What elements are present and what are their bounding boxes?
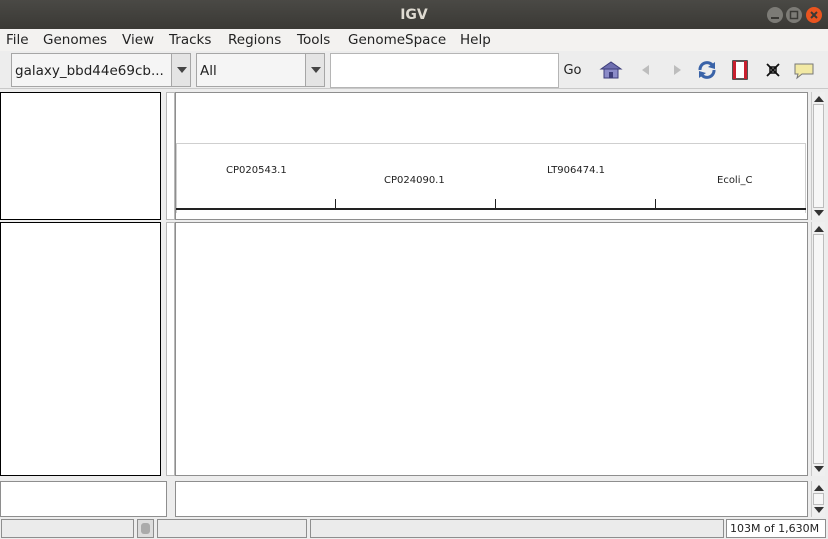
back-arrow-icon[interactable] [634, 58, 658, 82]
feature-scrollbar[interactable] [811, 481, 825, 517]
menu-genomespace[interactable]: GenomeSpace [348, 32, 446, 48]
sequence-label[interactable]: CP020543.1 [226, 165, 287, 176]
track-attribute-panel [166, 222, 175, 476]
home-icon[interactable] [599, 58, 623, 82]
feature-data-panel[interactable] [175, 481, 808, 517]
genome-dropdown-value: galaxy_bbd44e69cb... [15, 63, 164, 79]
menu-file[interactable]: File [6, 32, 29, 48]
chromosome-dropdown-value: All [200, 63, 217, 79]
sequence-label[interactable]: Ecoli_C [717, 175, 752, 186]
sequence-label[interactable]: CP024090.1 [384, 175, 445, 186]
ruler-scrollbar[interactable] [811, 92, 825, 220]
menu-view[interactable]: View [122, 32, 154, 48]
memory-usage[interactable]: 103M of 1,630M [726, 519, 826, 538]
status-details [310, 519, 724, 538]
ruler-tick [495, 199, 496, 208]
chromosome-ruler [176, 143, 806, 213]
sequence-label[interactable]: LT906474.1 [547, 165, 605, 176]
chevron-down-icon[interactable] [171, 54, 190, 86]
menu-tracks[interactable]: Tracks [169, 32, 211, 48]
ruler-attribute-panel [166, 92, 175, 220]
menu-tools[interactable]: Tools [297, 32, 330, 48]
popup-info-icon[interactable] [792, 58, 816, 82]
chromosome-dropdown[interactable]: All [196, 53, 325, 87]
track-data-panel[interactable] [175, 222, 808, 476]
chevron-down-icon[interactable] [305, 54, 324, 86]
ruler-axis [176, 208, 806, 210]
close-icon[interactable] [806, 7, 822, 23]
ruler-tick [335, 199, 336, 208]
locus-search-input[interactable] [330, 53, 559, 88]
activity-indicator-icon [137, 519, 154, 538]
window-title: IGV [400, 7, 428, 23]
title-bar: IGV [0, 0, 828, 29]
genome-dropdown[interactable]: galaxy_bbd44e69cb... [11, 53, 191, 87]
track-name-panel [0, 222, 161, 476]
feature-name-panel [0, 481, 167, 517]
resize-to-window-icon[interactable] [761, 58, 785, 82]
maximize-icon[interactable] [786, 7, 802, 23]
menu-regions[interactable]: Regions [228, 32, 281, 48]
status-position [157, 519, 307, 538]
refresh-icon[interactable] [695, 58, 719, 82]
menu-help[interactable]: Help [460, 32, 491, 48]
menu-genomes[interactable]: Genomes [43, 32, 107, 48]
ruler-tick [655, 199, 656, 208]
region-of-interest-icon[interactable] [728, 58, 752, 82]
menu-bar: File Genomes View Tracks Regions Tools G… [0, 29, 828, 51]
go-button[interactable]: Go [559, 53, 586, 88]
status-message [1, 519, 134, 538]
track-scrollbar[interactable] [811, 222, 825, 476]
ruler-name-panel [0, 92, 161, 220]
minimize-icon[interactable] [767, 7, 783, 23]
forward-arrow-icon[interactable] [665, 58, 689, 82]
